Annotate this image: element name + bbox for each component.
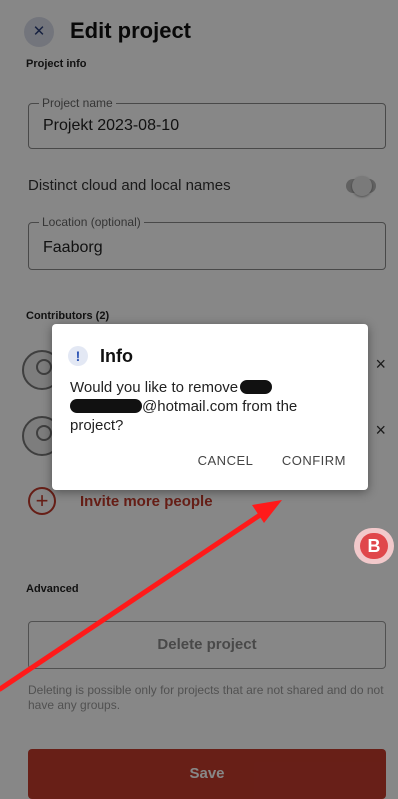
floating-badge[interactable]: B — [354, 528, 394, 564]
redaction-mark — [240, 380, 273, 394]
dialog-message-email: @hotmail.com from the — [142, 398, 298, 415]
dialog-message-start: Would you like to remove — [70, 379, 239, 396]
dialog-message-end: project? — [70, 417, 124, 434]
badge-label: B — [360, 533, 388, 559]
info-icon: ! — [68, 346, 88, 366]
dialog-title: Info — [100, 346, 133, 366]
dialog-actions: CANCEL CONFIRM — [174, 452, 346, 470]
dialog-message: Would you like to remove @hotmail.com fr… — [70, 378, 350, 435]
info-dialog: ! Info Would you like to remove @hotmail… — [52, 324, 368, 490]
cancel-button[interactable]: CANCEL — [198, 453, 254, 468]
confirm-button[interactable]: CONFIRM — [282, 453, 346, 468]
redaction-mark — [70, 399, 142, 413]
